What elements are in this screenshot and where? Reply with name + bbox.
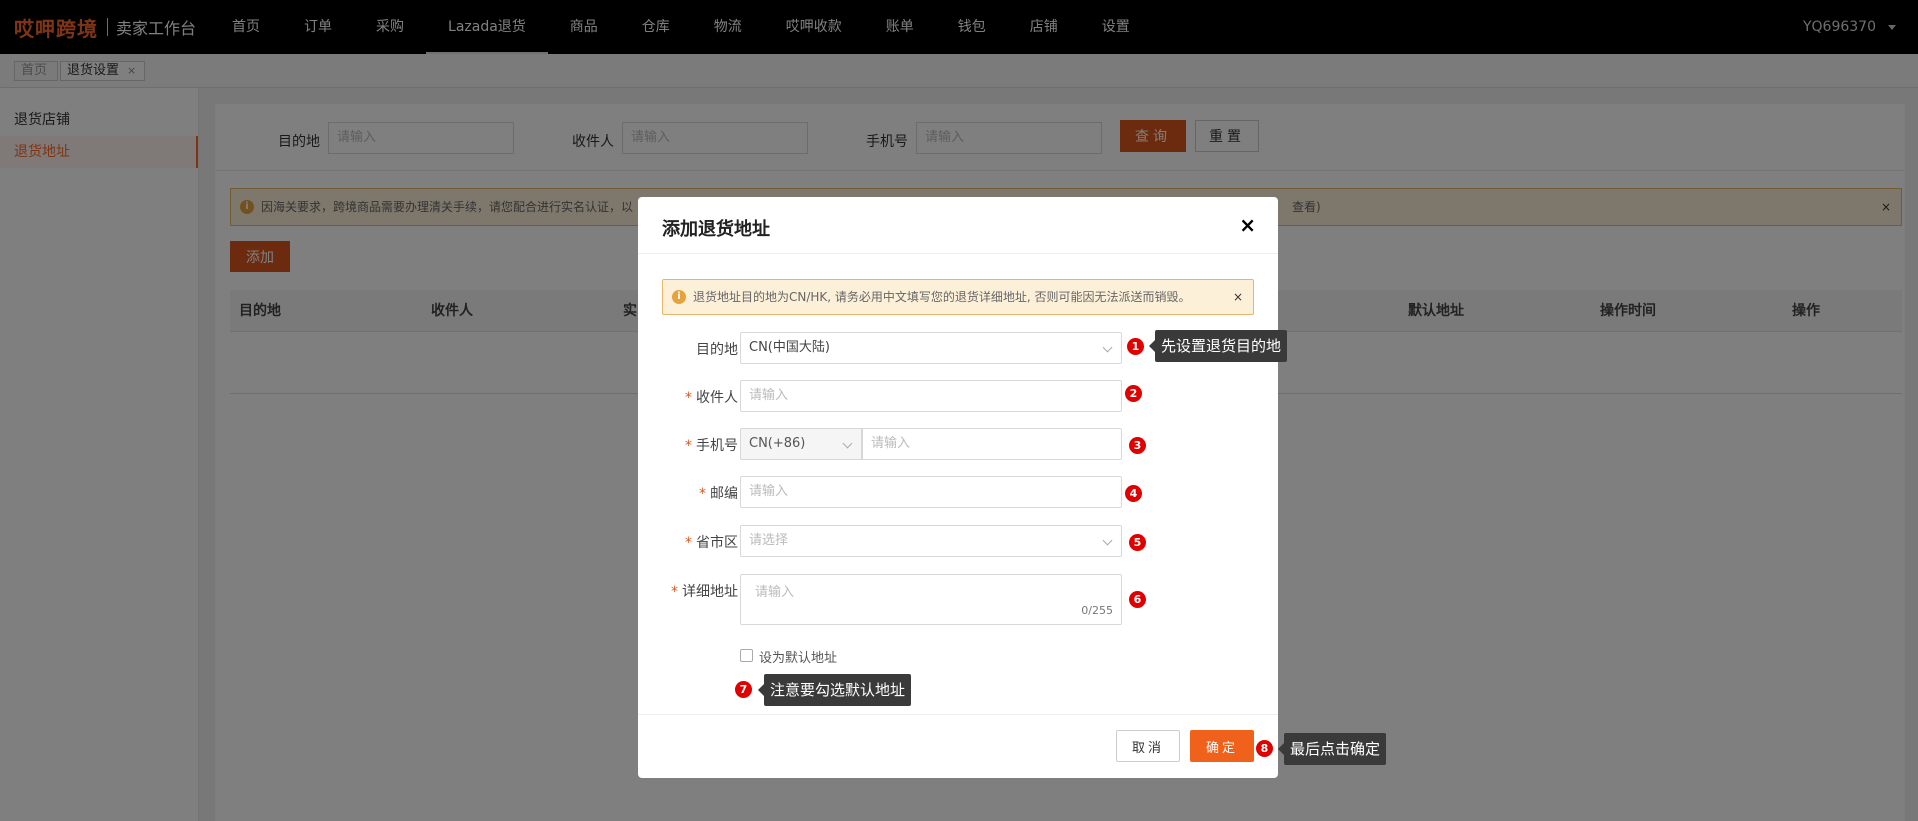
chevron-down-icon (842, 438, 853, 449)
character-counter: 0/255 (1081, 604, 1113, 617)
address-placeholder: 请输入 (755, 585, 795, 600)
region-label: * 省市区 (685, 535, 738, 551)
warning-text: 退货地址目的地为CN/HK, 请务必用中文填写您的退货详细地址, 否则可能因无法… (693, 290, 1191, 304)
step-badge-2: 2 (1125, 385, 1142, 402)
phone-label: * 手机号 (685, 438, 738, 454)
confirm-button[interactable]: 确定 (1190, 730, 1254, 762)
dialog-header-divider (638, 253, 1278, 254)
step-badge-3: 3 (1129, 437, 1146, 454)
step-tip-1: 先设置退货目的地 (1148, 330, 1288, 362)
destination-select[interactable]: CN(中国大陆) (740, 332, 1122, 364)
chinese-address-warning: i 退货地址目的地为CN/HK, 请务必用中文填写您的退货详细地址, 否则可能因… (662, 279, 1254, 315)
step-badge-8: 8 (1256, 740, 1273, 757)
phone-country-code-select[interactable]: CN(+86) (740, 428, 862, 460)
phone-country-code-value: CN(+86) (749, 436, 806, 451)
destination-label: 目的地 (696, 342, 738, 358)
dialog-footer-divider (638, 714, 1278, 715)
default-address-checkbox-label[interactable]: 设为默认地址 (759, 647, 837, 666)
step-tip-8: 最后点击确定 (1277, 733, 1387, 765)
phone-number-input[interactable]: 请输入 (862, 428, 1122, 460)
dialog-title: 添加退货地址 (662, 219, 770, 240)
step-badge-5: 5 (1129, 534, 1146, 551)
zip-code-input[interactable]: 请输入 (740, 476, 1122, 508)
step-tip-7: 注意要勾选默认地址 (757, 674, 912, 706)
close-icon[interactable]: × (1233, 280, 1243, 314)
default-address-checkbox[interactable] (740, 649, 753, 662)
info-icon: i (672, 290, 686, 304)
close-icon[interactable]: × (1239, 213, 1256, 237)
region-placeholder: 请选择 (749, 533, 789, 548)
recipient-input[interactable]: 请输入 (740, 380, 1122, 412)
zip-label: * 邮编 (699, 486, 738, 502)
chevron-down-icon (1102, 342, 1113, 353)
region-select[interactable]: 请选择 (740, 525, 1122, 557)
cancel-button[interactable]: 取消 (1116, 730, 1180, 762)
step-badge-1: 1 (1127, 338, 1144, 355)
recipient-label: * 收件人 (685, 390, 738, 406)
detailed-address-textarea[interactable]: 请输入 0/255 (740, 574, 1122, 625)
step-badge-7: 7 (735, 681, 752, 698)
step-badge-4: 4 (1125, 485, 1142, 502)
step-badge-6: 6 (1129, 591, 1146, 608)
chevron-down-icon (1102, 535, 1113, 546)
add-return-address-dialog: 添加退货地址 × i 退货地址目的地为CN/HK, 请务必用中文填写您的退货详细… (638, 197, 1278, 778)
destination-value: CN(中国大陆) (749, 340, 830, 355)
address-label: * 详细地址 (671, 584, 738, 600)
